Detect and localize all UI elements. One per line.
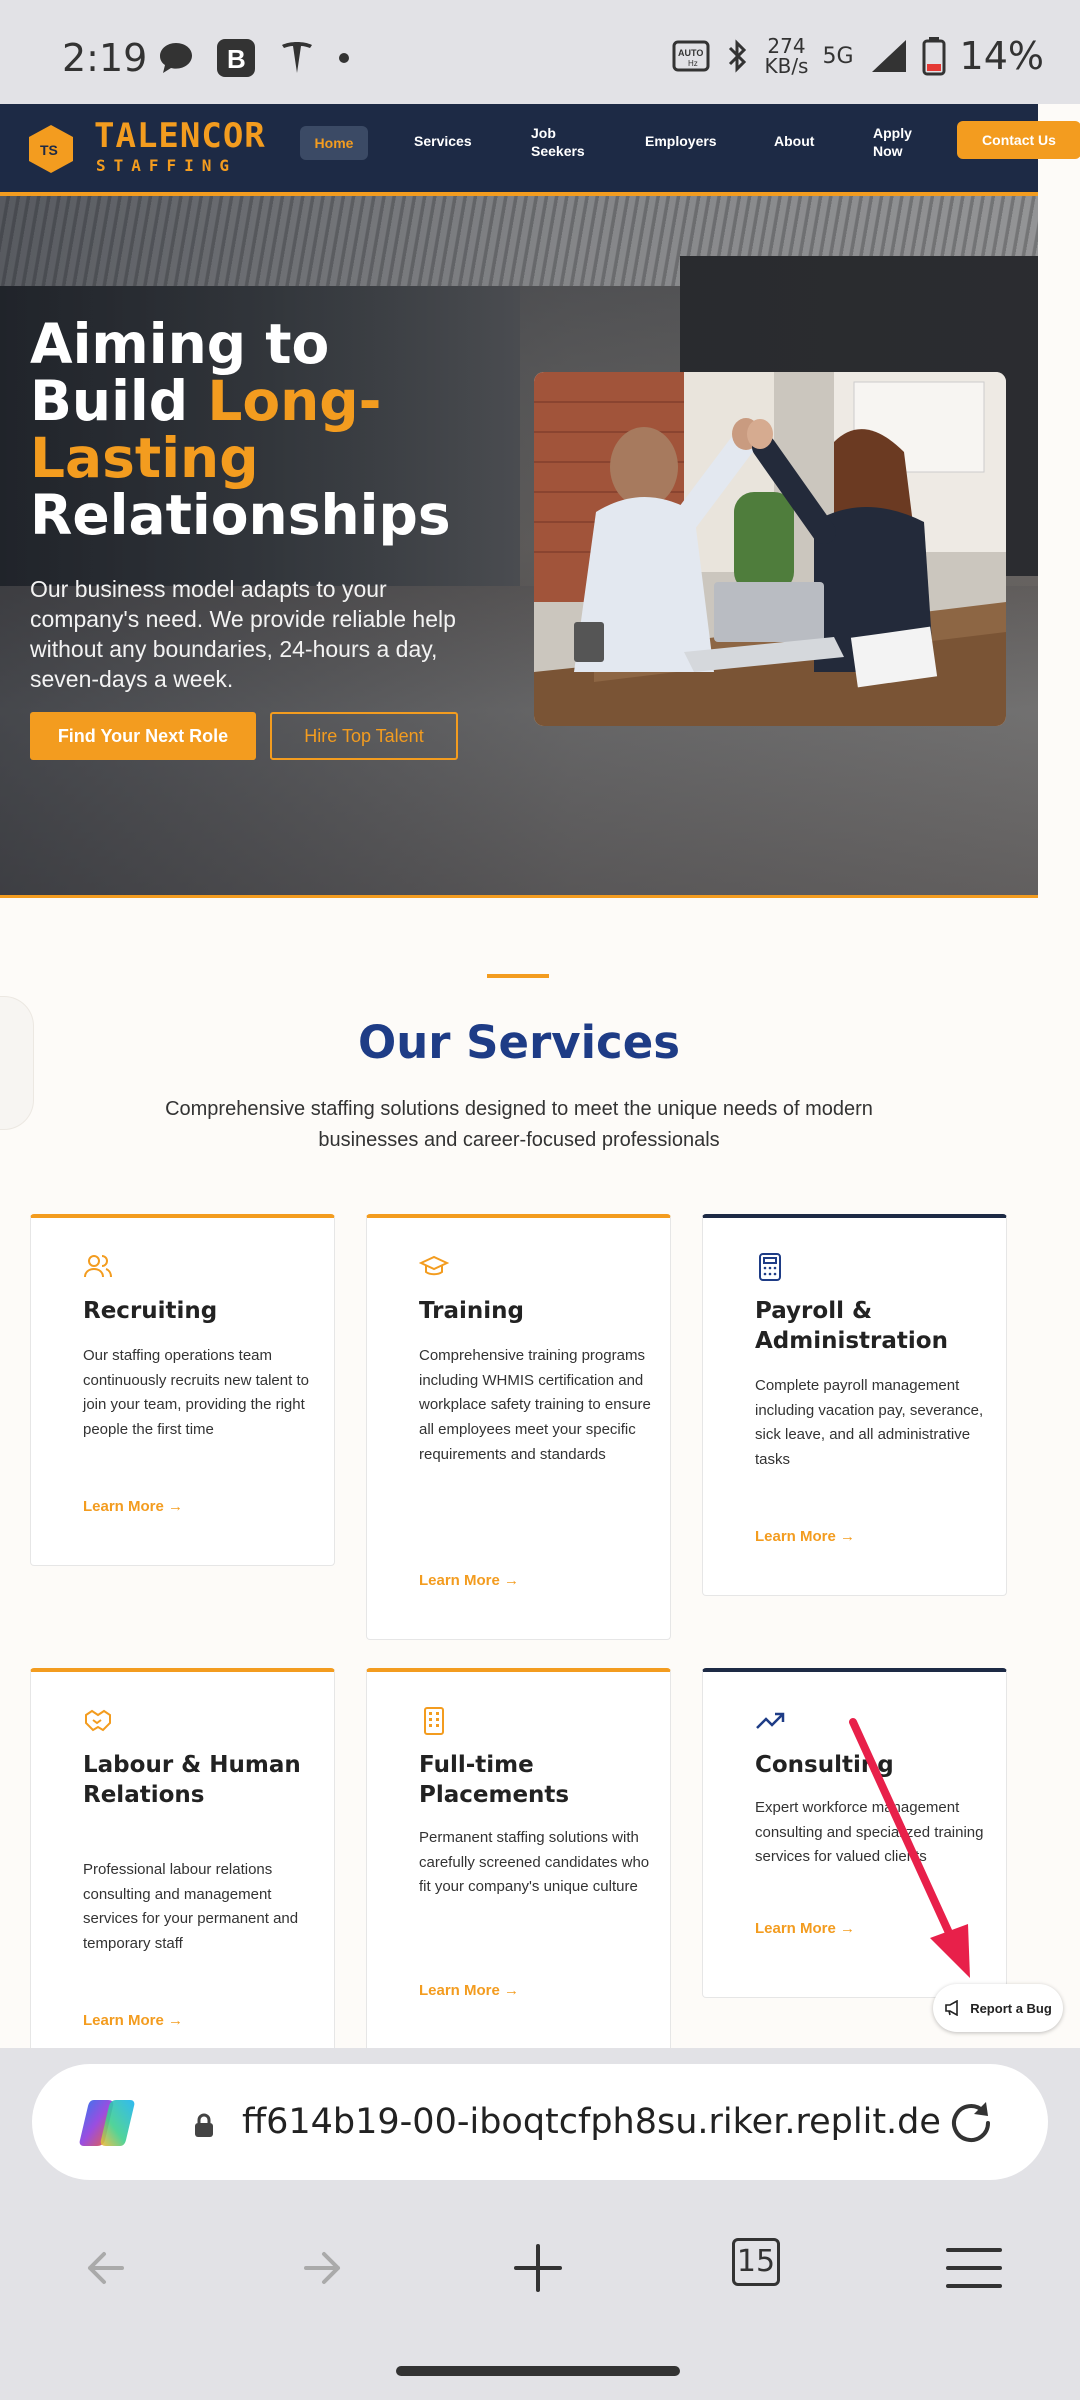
card-title: Recruiting xyxy=(83,1298,218,1324)
nav-job-seekers-line2: Seekers xyxy=(531,143,585,159)
learn-more-link[interactable]: Learn More → xyxy=(419,1982,519,1999)
hero-title-line4: Relationships xyxy=(30,483,451,547)
nav-job-seekers-line1: Job xyxy=(531,125,556,141)
learn-more-link[interactable]: Learn More → xyxy=(419,1572,519,1589)
handshake-icon xyxy=(85,1709,111,1732)
nav-job-seekers[interactable]: Job Seekers xyxy=(531,124,585,160)
card-title: Full-time Placements xyxy=(419,1752,570,1808)
logo-hexagon-icon[interactable]: TS xyxy=(28,124,74,174)
service-card-consulting[interactable]: Consulting Expert workforce management c… xyxy=(702,1668,1007,1998)
auto-hz-icon: AUTOHz xyxy=(672,40,710,72)
hero-title-line3: Lasting xyxy=(30,426,259,490)
building-icon xyxy=(424,1707,444,1735)
nav-apply-line2: Now xyxy=(873,143,903,159)
hero-photo-high-five xyxy=(534,372,1006,726)
card-description: Expert workforce management consulting a… xyxy=(755,1799,984,1866)
battery-level: 14% xyxy=(959,34,1044,78)
b-app-icon: B xyxy=(217,39,255,77)
learn-more-link[interactable]: Learn More → xyxy=(83,2012,183,2029)
hero-section: Aiming to Build Long- Lasting Relationsh… xyxy=(0,196,1038,898)
dot-icon xyxy=(339,53,349,63)
site-header: TS TALENCOR STAFFING Home Services Job S… xyxy=(0,104,1038,196)
back-arrow-icon[interactable] xyxy=(76,2238,136,2298)
card-description: Professional labour relations consulting… xyxy=(83,1861,299,1953)
address-bar[interactable]: ff614b19-00-iboqtcfph8su.riker.replit.de xyxy=(32,2064,1048,2180)
find-next-role-button[interactable]: Find Your Next Role xyxy=(30,712,256,760)
hero-title: Aiming to Build Long- Lasting Relationsh… xyxy=(30,316,550,544)
hero-title-long: Long- xyxy=(207,369,382,433)
forward-arrow-icon[interactable] xyxy=(292,2238,352,2298)
nav-apply-now[interactable]: Apply Now xyxy=(873,124,912,160)
card-description: Complete payroll management including va… xyxy=(755,1377,984,1469)
svg-text:Hz: Hz xyxy=(688,59,698,68)
service-card-labour-relations[interactable]: Labour & Human Relations Professional la… xyxy=(30,1668,335,2048)
web-page[interactable]: TS TALENCOR STAFFING Home Services Job S… xyxy=(0,104,1080,2048)
card-description: Our staffing operations team continuousl… xyxy=(83,1347,309,1439)
browser-toolbar: ff614b19-00-iboqtcfph8su.riker.replit.de xyxy=(0,2048,1080,2400)
report-bug-button[interactable]: Report a Bug xyxy=(933,1984,1063,2032)
signal-icon xyxy=(871,40,906,72)
copilot-icon[interactable] xyxy=(78,2096,136,2150)
megaphone-icon xyxy=(945,2000,958,2016)
logo-name[interactable]: TALENCOR xyxy=(94,116,266,156)
card-title: Labour & Human Relations xyxy=(83,1752,301,1808)
battery-icon xyxy=(922,37,946,76)
url-text[interactable]: ff614b19-00-iboqtcfph8su.riker.replit.de xyxy=(242,2102,952,2142)
section-divider xyxy=(487,974,549,978)
notification-icons: B xyxy=(158,38,350,78)
tesla-icon xyxy=(282,42,312,73)
system-icons: AUTO Hz 274 KB/s 5G 14% xyxy=(672,34,1044,78)
hero-title-line2: Build Long- xyxy=(30,373,550,430)
speed-value: 274 xyxy=(767,34,806,58)
menu-icon[interactable] xyxy=(944,2238,1004,2298)
bluetooth-icon xyxy=(729,39,747,73)
service-card-full-time[interactable]: Full-time Placements Permanent staffing … xyxy=(366,1668,671,2048)
hero-description: Our business model adapts to your compan… xyxy=(30,576,456,692)
navigation-bar xyxy=(0,2218,1080,2318)
new-tab-plus-icon[interactable] xyxy=(508,2238,568,2298)
lock-icon xyxy=(195,2113,213,2137)
card-description: Permanent staffing solutions with carefu… xyxy=(419,1829,650,1896)
service-card-training[interactable]: Training Comprehensive training programs… xyxy=(366,1214,671,1640)
tab-count-button[interactable]: 15 xyxy=(732,2238,780,2286)
status-bar: 2:19 B AUTO Hz 274 KB/s 5G 14% xyxy=(0,0,1080,104)
hero-title-build: Build xyxy=(30,369,208,433)
clock: 2:19 xyxy=(62,36,148,80)
chat-bubble-icon xyxy=(160,43,192,73)
learn-more-link[interactable]: Learn More → xyxy=(755,1528,855,1545)
home-indicator[interactable] xyxy=(396,2366,680,2376)
card-description: Comprehensive training programs includin… xyxy=(419,1347,651,1463)
nav-apply-line1: Apply xyxy=(873,125,912,141)
service-card-recruiting[interactable]: Recruiting Our staffing operations team … xyxy=(30,1214,335,1566)
trending-up-icon xyxy=(756,1712,785,1729)
contact-us-button[interactable]: Contact Us xyxy=(957,121,1080,159)
hero-title-line1: Aiming to xyxy=(30,312,330,376)
hire-top-talent-button[interactable]: Hire Top Talent xyxy=(270,712,458,760)
learn-more-link[interactable]: Learn More → xyxy=(83,1498,183,1515)
card-title: Consulting xyxy=(755,1752,894,1778)
report-bug-label: Report a Bug xyxy=(970,2000,1052,2016)
graduation-cap-icon xyxy=(419,1255,449,1276)
svg-text:TS: TS xyxy=(40,142,58,158)
calculator-icon xyxy=(759,1253,781,1281)
service-card-payroll[interactable]: Payroll & Administration Complete payrol… xyxy=(702,1214,1007,1596)
services-title: Our Services xyxy=(357,1016,680,1069)
network-speed: 274 KB/s xyxy=(764,36,808,76)
nav-employers[interactable]: Employers xyxy=(645,132,717,150)
card-title: Payroll & Administration xyxy=(755,1298,948,1354)
nav-about[interactable]: About xyxy=(774,132,814,150)
learn-more-link[interactable]: Learn More → xyxy=(755,1920,855,1937)
card-title: Training xyxy=(419,1298,525,1324)
nav-home[interactable]: Home xyxy=(300,126,368,160)
speed-unit: KB/s xyxy=(764,54,809,78)
svg-text:B: B xyxy=(227,44,246,74)
reload-icon[interactable] xyxy=(944,2096,998,2150)
nav-services[interactable]: Services xyxy=(414,132,472,150)
svg-text:AUTO: AUTO xyxy=(678,48,703,58)
services-subtitle: Comprehensive staffing solutions designe… xyxy=(165,1098,873,1151)
users-icon xyxy=(84,1255,112,1278)
network-type: 5G xyxy=(822,43,854,69)
logo-tagline: STAFFING xyxy=(96,156,238,175)
